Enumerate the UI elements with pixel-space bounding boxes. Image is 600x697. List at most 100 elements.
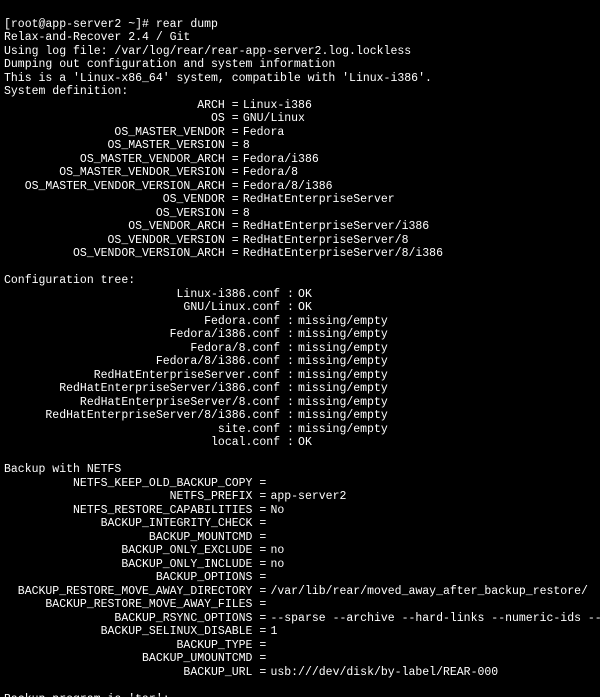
sysdef-key: OS_MASTER_VENDOR_VERSION_ARCH [4,180,225,194]
separator: = [252,652,270,666]
separator: : [280,328,298,342]
conftree-value: missing/empty [298,355,388,369]
conftree-row: GNU/Linux.conf : OK [4,301,596,315]
sysdef-row: OS_VENDOR = RedHatEnterpriseServer [4,193,596,207]
sysdef-row: OS_VENDOR_VERSION = RedHatEnterpriseServ… [4,234,596,248]
netfs-key: BACKUP_TYPE [4,639,252,653]
conftree-key: RedHatEnterpriseServer/i386.conf [4,382,280,396]
netfs-key: BACKUP_URL [4,666,252,680]
section-system-definition: System definition: [4,85,128,98]
conftree-row: Fedora/8/i386.conf : missing/empty [4,355,596,369]
netfs-value: usb:///dev/disk/by-label/REAR-000 [270,666,498,680]
conftree-value: OK [298,436,312,450]
separator: = [252,625,270,639]
netfs-row: BACKUP_OPTIONS = [4,571,596,585]
conftree-value: missing/empty [298,369,388,383]
separator: = [225,207,243,221]
netfs-value: 1 [270,625,277,639]
conftree-row: Linux-i386.conf : OK [4,288,596,302]
netfs-row: BACKUP_ONLY_INCLUDE = no [4,558,596,572]
sysdef-row: OS_MASTER_VENDOR_VERSION = Fedora/8 [4,166,596,180]
netfs-row: NETFS_KEEP_OLD_BACKUP_COPY = [4,477,596,491]
netfs-row: BACKUP_ONLY_EXCLUDE = no [4,544,596,558]
conftree-value: missing/empty [298,409,388,423]
sysdef-value: GNU/Linux [243,112,305,126]
sysdef-value: Fedora/i386 [243,153,319,167]
netfs-row: BACKUP_RESTORE_MOVE_AWAY_DIRECTORY = /va… [4,585,596,599]
sysdef-key: OS_MASTER_VENDOR [4,126,225,140]
separator: = [252,612,270,626]
separator: = [252,490,270,504]
sysdef-key: OS_VERSION [4,207,225,221]
sysdef-row: OS_VENDOR_ARCH = RedHatEnterpriseServer/… [4,220,596,234]
netfs-row: NETFS_PREFIX = app-server2 [4,490,596,504]
conftree-value: missing/empty [298,382,388,396]
netfs-key: BACKUP_RESTORE_MOVE_AWAY_DIRECTORY [4,585,252,599]
separator: : [280,396,298,410]
conftree-key: GNU/Linux.conf [4,301,280,315]
netfs-row: BACKUP_INTEGRITY_CHECK = [4,517,596,531]
separator: : [280,382,298,396]
section-backup-netfs: Backup with NETFS [4,463,121,476]
sysdef-value: RedHatEnterpriseServer [243,193,395,207]
conftree-key: Fedora/8/i386.conf [4,355,280,369]
netfs-value: --sparse --archive --hard-links --numeri… [270,612,600,626]
separator: = [252,558,270,572]
terminal-output: [root@app-server2 ~]# rear dump Relax-an… [0,0,600,697]
sysdef-value: RedHatEnterpriseServer/8/i386 [243,247,443,261]
conftree-key: Linux-i386.conf [4,288,280,302]
separator: = [252,544,270,558]
sysdef-row: OS = GNU/Linux [4,112,596,126]
separator: : [280,315,298,329]
sysdef-row: OS_MASTER_VENDOR = Fedora [4,126,596,140]
conftree-value: missing/empty [298,423,388,437]
conftree-key: site.conf [4,423,280,437]
sysdef-row: OS_VERSION = 8 [4,207,596,221]
sysdef-block: ARCH = Linux-i386 OS = GNU/Linux OS_MAST… [4,99,596,261]
netfs-key: NETFS_RESTORE_CAPABILITIES [4,504,252,518]
separator: = [252,517,270,531]
netfs-value: no [270,558,284,572]
conftree-key: Fedora/8.conf [4,342,280,356]
sysdef-value: Fedora/8 [243,166,298,180]
separator: = [225,180,243,194]
netfs-row: NETFS_RESTORE_CAPABILITIES = No [4,504,596,518]
separator: : [280,409,298,423]
sysdef-key: OS_VENDOR_ARCH [4,220,225,234]
separator: = [225,166,243,180]
separator: = [252,585,270,599]
separator: = [225,247,243,261]
conftree-block: Linux-i386.conf : OK GNU/Linux.conf : OK… [4,288,596,450]
separator: = [252,598,270,612]
header-line: This is a 'Linux-x86_64' system, compati… [4,72,432,85]
sysdef-key: OS_VENDOR_VERSION_ARCH [4,247,225,261]
sysdef-key: ARCH [4,99,225,113]
sysdef-key: OS_VENDOR_VERSION [4,234,225,248]
netfs-block: NETFS_KEEP_OLD_BACKUP_COPY = NETFS_PREFI… [4,477,596,680]
header-line: Dumping out configuration and system inf… [4,58,335,71]
conftree-value: OK [298,288,312,302]
separator: = [225,112,243,126]
netfs-value: app-server2 [270,490,346,504]
separator: = [225,234,243,248]
conftree-row: Fedora/8.conf : missing/empty [4,342,596,356]
netfs-key: BACKUP_ONLY_EXCLUDE [4,544,252,558]
netfs-row: BACKUP_TYPE = [4,639,596,653]
sysdef-key: OS_MASTER_VERSION [4,139,225,153]
separator: : [280,342,298,356]
conftree-key: RedHatEnterpriseServer.conf [4,369,280,383]
separator: = [252,639,270,653]
sysdef-value: RedHatEnterpriseServer/i386 [243,220,429,234]
sysdef-value: 8 [243,139,250,153]
netfs-value: no [270,544,284,558]
conftree-row: RedHatEnterpriseServer.conf : missing/em… [4,369,596,383]
separator: = [252,531,270,545]
separator: : [280,288,298,302]
conftree-value: missing/empty [298,396,388,410]
conftree-row: RedHatEnterpriseServer/8/i386.conf : mis… [4,409,596,423]
sysdef-row: OS_MASTER_VENDOR_VERSION_ARCH = Fedora/8… [4,180,596,194]
netfs-key: BACKUP_RSYNC_OPTIONS [4,612,252,626]
separator: = [252,477,270,491]
conftree-row: Fedora/i386.conf : missing/empty [4,328,596,342]
netfs-row: BACKUP_URL = usb:///dev/disk/by-label/RE… [4,666,596,680]
